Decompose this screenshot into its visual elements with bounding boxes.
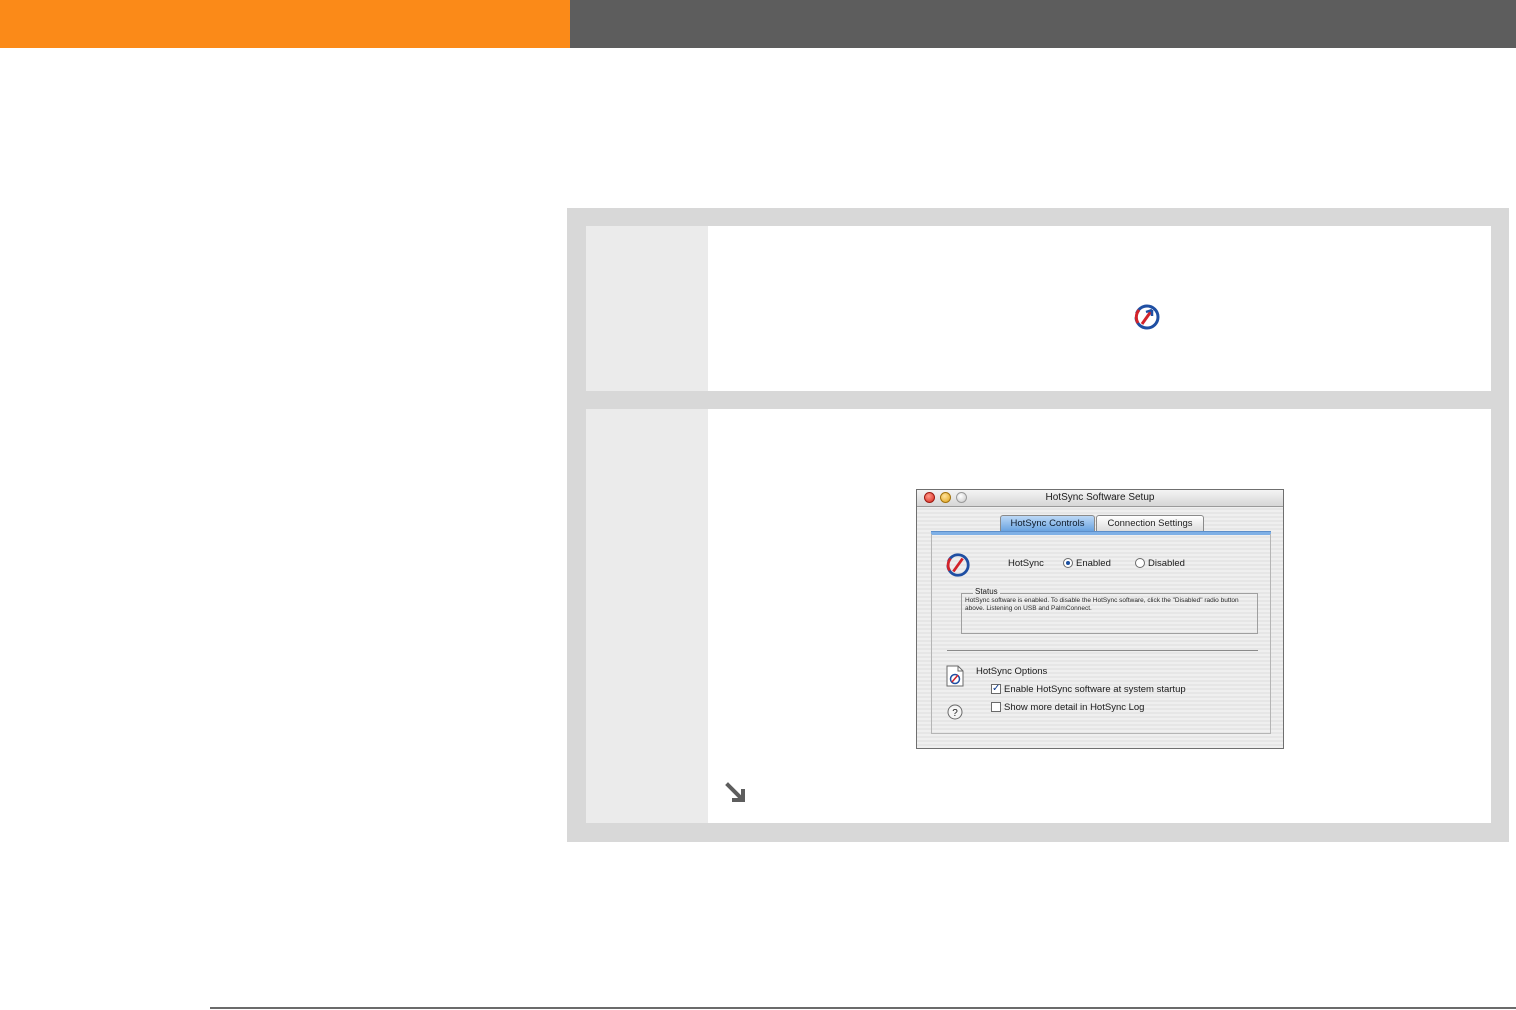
hotsync-options-label: HotSync Options — [976, 666, 1048, 677]
hotsync-icon — [1134, 304, 1160, 330]
continue-arrow-icon — [725, 782, 745, 802]
hotsync-document-icon — [946, 665, 964, 687]
step-1-number-column — [586, 226, 708, 391]
step-2-body: HotSync Software Setup HotSync Controls … — [708, 409, 1491, 823]
hotsync-icon — [946, 553, 970, 577]
status-label: Status — [973, 587, 1000, 596]
enabled-radio-label[interactable]: Enabled — [1076, 558, 1111, 569]
disabled-radio-label[interactable]: Disabled — [1148, 558, 1185, 569]
startup-checkbox-label[interactable]: Enable HotSync software at system startu… — [1004, 684, 1186, 695]
question-mark-icon[interactable]: ? — [947, 704, 963, 720]
hotsync-setup-window: HotSync Software Setup HotSync Controls … — [916, 489, 1284, 749]
window-titlebar: HotSync Software Setup — [917, 490, 1283, 507]
disabled-radio[interactable] — [1135, 558, 1145, 568]
window-title: HotSync Software Setup — [1045, 492, 1155, 503]
header-orange-bar — [0, 0, 570, 48]
status-text: HotSync software is enabled. To disable … — [965, 597, 1239, 612]
steps-frame: HotSync Software Setup HotSync Controls … — [567, 208, 1509, 842]
startup-checkbox[interactable]: ✓ — [991, 684, 1001, 694]
footer-rule — [210, 1007, 1516, 1009]
step-1-body — [708, 226, 1491, 391]
step-2-number-column — [586, 409, 708, 823]
header-gray-bar — [570, 0, 1516, 48]
tab-hotsync-controls[interactable]: HotSync Controls — [1000, 515, 1095, 531]
hotsync-label: HotSync — [1008, 558, 1044, 569]
enabled-radio[interactable] — [1063, 558, 1073, 568]
detail-checkbox-label[interactable]: Show more detail in HotSync Log — [1004, 702, 1144, 713]
section-separator — [947, 650, 1258, 651]
svg-text:?: ? — [952, 708, 958, 719]
tab-connection-settings[interactable]: Connection Settings — [1096, 515, 1204, 531]
detail-checkbox[interactable] — [991, 702, 1001, 712]
